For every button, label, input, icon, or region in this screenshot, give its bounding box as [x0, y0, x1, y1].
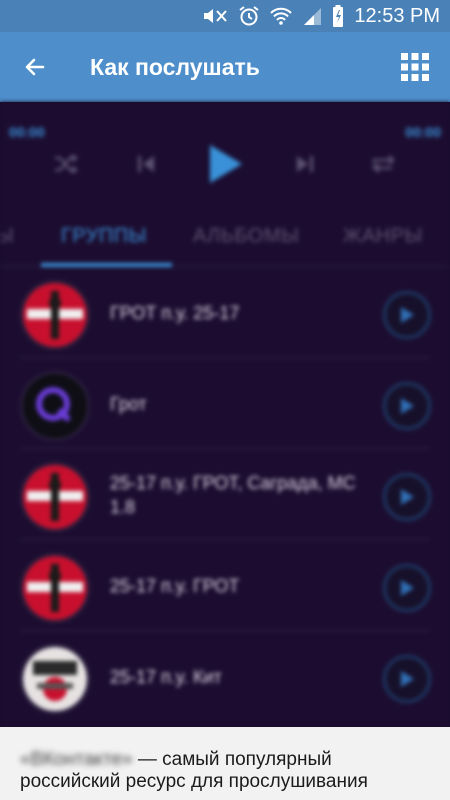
avatar: [20, 553, 90, 623]
info-sheet: «ВКонтакте» — самый популярный российски…: [0, 727, 450, 800]
page-title: Как послушать: [90, 53, 260, 80]
play-button[interactable]: [200, 140, 248, 188]
grid-menu-button[interactable]: [380, 32, 450, 102]
play-group-button[interactable]: [383, 382, 431, 430]
content-area: 00:00 00:00 Ы ГРУППЫ АЛЬБОМЫ ЖАНРЫ ГРОТ …: [0, 102, 450, 742]
repeat-button[interactable]: [366, 144, 402, 184]
group-list: ГРОТ п.у. 25-17 Грот 25-17 п.у. ГРОТ, Са…: [0, 267, 450, 722]
app-bar: Как послушать: [0, 32, 450, 102]
screen: 12:53 PM Как послушать 00:00 00:00 Ы ГРУ…: [0, 0, 450, 800]
play-group-button[interactable]: [383, 655, 431, 703]
arrow-back-icon: [25, 58, 45, 76]
play-icon: [401, 398, 414, 414]
previous-icon: [138, 156, 154, 172]
list-item[interactable]: ГРОТ п.у. 25-17: [0, 267, 450, 358]
repeat-icon: [372, 155, 395, 173]
service-name: «ВКонтакте»: [20, 749, 133, 770]
tab-bar: Ы ГРУППЫ АЛЬБОМЫ ЖАНРЫ: [0, 207, 450, 267]
wifi-icon: [270, 6, 293, 26]
list-item[interactable]: 25-17 п.у. Кит: [0, 631, 450, 722]
tab-partial[interactable]: Ы: [0, 225, 14, 248]
play-group-button[interactable]: [383, 473, 431, 521]
duration-time: 00:00: [405, 124, 441, 140]
play-group-button[interactable]: [383, 291, 431, 339]
play-icon: [401, 489, 414, 505]
avatar: [20, 371, 90, 441]
signal-icon: [302, 6, 322, 26]
play-icon: [401, 307, 414, 323]
shuffle-button[interactable]: [48, 144, 84, 184]
status-time: 12:53 PM: [354, 4, 440, 27]
back-button[interactable]: [0, 32, 70, 102]
avatar: [20, 462, 90, 532]
elapsed-time: 00:00: [9, 124, 45, 140]
tab-genres[interactable]: ЖАНРЫ: [343, 225, 423, 248]
next-button[interactable]: [287, 144, 323, 184]
next-icon: [297, 156, 313, 172]
battery-charging-icon: [332, 5, 344, 27]
group-name: 25-17 п.у. ГРОТ, Сагрaда, MC 1.8: [110, 472, 356, 517]
play-icon: [401, 671, 414, 687]
shuffle-icon: [55, 154, 79, 174]
group-name: ГРОТ п.у. 25-17: [110, 302, 240, 323]
group-name: 25-17 п.у. Кит: [110, 666, 222, 687]
play-icon: [210, 145, 242, 183]
player: 00:00 00:00: [0, 102, 450, 207]
group-name: Грот: [110, 393, 147, 414]
mute-icon: [202, 7, 228, 25]
alarm-icon: [238, 5, 260, 27]
status-bar: 12:53 PM: [0, 0, 450, 32]
play-group-button[interactable]: [383, 564, 431, 612]
tab-albums[interactable]: АЛЬБОМЫ: [193, 225, 299, 248]
avatar: [20, 280, 90, 350]
group-name: 25-17 п.у. ГРОТ: [110, 575, 240, 596]
list-item[interactable]: 25-17 п.у. ГРОТ: [0, 540, 450, 631]
avatar: [20, 644, 90, 714]
grid-icon: [401, 53, 429, 81]
previous-button[interactable]: [128, 144, 164, 184]
tab-groups[interactable]: ГРУППЫ: [61, 225, 147, 248]
list-item[interactable]: 25-17 п.у. ГРОТ, Сагрaда, MC 1.8: [0, 449, 450, 540]
play-icon: [401, 580, 414, 596]
list-item[interactable]: Грот: [0, 358, 450, 449]
